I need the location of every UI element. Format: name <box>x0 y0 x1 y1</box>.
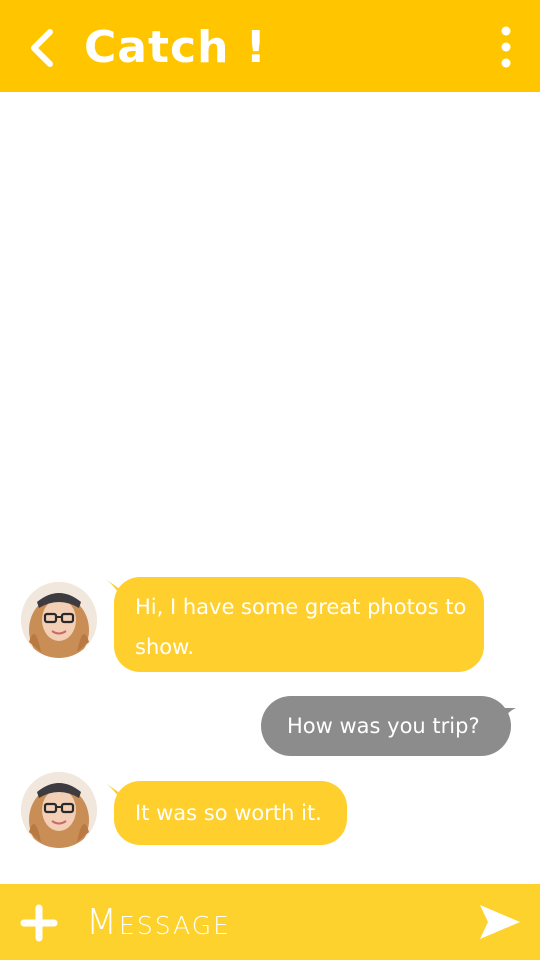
outgoing-message-bubble: How was you trip? <box>261 696 511 756</box>
overflow-menu-button[interactable] <box>490 22 522 72</box>
chevron-left-icon <box>31 29 53 67</box>
send-button[interactable] <box>478 902 522 942</box>
conversation-title: Catch ! <box>84 22 267 73</box>
message-text: It was so worth it. <box>135 801 322 825</box>
message-composer <box>0 884 540 960</box>
incoming-message-bubble: It was so worth it. <box>114 781 347 845</box>
add-attachment-button[interactable] <box>20 904 58 942</box>
send-icon <box>480 905 520 939</box>
chat-screen: Catch ! Hi, I have some great photos to … <box>0 0 540 960</box>
message-text: Hi, I have some great photos to show. <box>135 595 467 659</box>
bubble-tail <box>494 708 516 728</box>
incoming-message-bubble: Hi, I have some great photos to show. <box>114 577 484 672</box>
contact-avatar[interactable] <box>21 582 97 658</box>
app-header: Catch ! <box>0 0 540 92</box>
back-button[interactable] <box>22 26 66 70</box>
message-text: How was you trip? <box>287 714 480 738</box>
message-input[interactable] <box>86 896 446 948</box>
message-list: Hi, I have some great photos to show. Ho… <box>0 92 540 884</box>
plus-icon <box>20 904 58 942</box>
contact-avatar[interactable] <box>21 772 97 848</box>
more-vertical-icon <box>501 26 511 68</box>
